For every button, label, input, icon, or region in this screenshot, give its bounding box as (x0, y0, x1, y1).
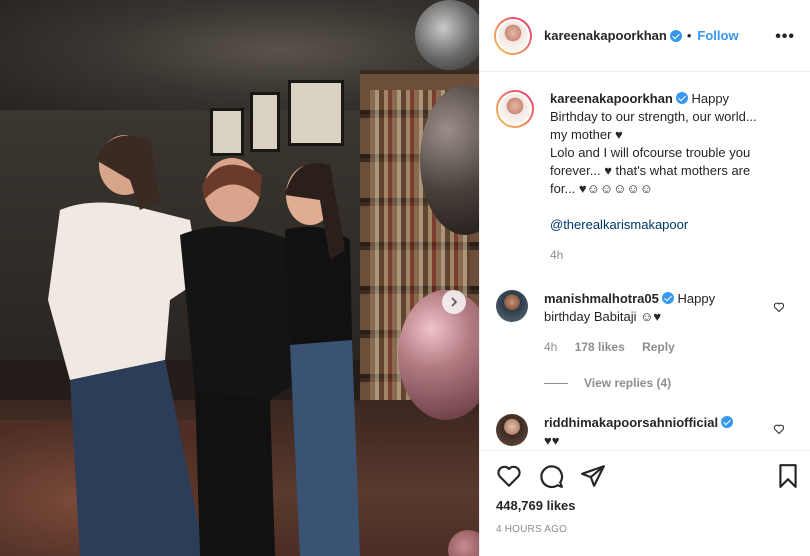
people-figures (48, 135, 360, 556)
reply-button[interactable]: Reply (642, 340, 675, 354)
caption-line: for... ♥☺☺☺☺☺ (550, 181, 653, 196)
comment-body: riddhimakapoorsahniofficial ♥♥ (544, 414, 780, 450)
comment-body: manishmalhotra05 Happy birthday Babitaji… (544, 290, 780, 356)
post-side-panel: kareenakapoorkhan • Follow ••• kareenaka… (479, 0, 810, 556)
share-icon[interactable] (580, 463, 606, 489)
comment-text: ♥♥ (544, 433, 560, 448)
comment-username[interactable]: riddhimakapoorsahniofficial (544, 415, 718, 430)
view-replies-button[interactable]: View replies (4) (544, 376, 671, 390)
caption-time[interactable]: 4h (550, 248, 563, 262)
bookmark-icon[interactable] (775, 463, 801, 489)
more-icon[interactable]: ••• (775, 28, 795, 46)
caption-line: Happy (691, 91, 730, 106)
header-username[interactable]: kareenakapoorkhan (544, 28, 667, 43)
chevron-right-icon (451, 297, 458, 307)
heart-icon[interactable] (773, 301, 785, 313)
likes-count[interactable]: 448,769 likes (496, 498, 576, 513)
comments-list: kareenakapoorkhan Happy Birthday to our … (480, 72, 810, 450)
caption-meta: 4h (550, 246, 786, 264)
caption: kareenakapoorkhan Happy Birthday to our … (496, 90, 796, 264)
caption-line: my mother ♥ (550, 127, 623, 142)
verified-icon (661, 292, 674, 304)
caption-body: kareenakapoorkhan Happy Birthday to our … (550, 90, 786, 264)
verified-icon (675, 92, 688, 104)
heart-icon[interactable] (496, 463, 522, 489)
comment-text: birthday Babitaji ☺♥ (544, 309, 662, 324)
verified-icon (669, 29, 682, 42)
comment-item: manishmalhotra05 Happy birthday Babitaji… (496, 290, 796, 356)
avatar[interactable] (496, 290, 528, 322)
comment-meta: 4h 178 likes Reply (544, 338, 780, 356)
comment-time[interactable]: 4h (544, 340, 557, 354)
dot-separator: • (686, 28, 692, 43)
replies-divider (544, 382, 568, 384)
heart-icon[interactable] (773, 423, 785, 435)
post-timestamp[interactable]: 4 HOURS AGO (496, 524, 567, 535)
comment-icon[interactable] (538, 463, 564, 489)
caption-username[interactable]: kareenakapoorkhan (550, 91, 673, 106)
post-photo[interactable] (0, 0, 479, 556)
next-photo-button[interactable] (442, 290, 466, 314)
post-actions: 448,769 likes 4 HOURS AGO (480, 450, 810, 556)
caption-line: Birthday to our strength, our world... (550, 109, 757, 124)
avatar[interactable] (496, 90, 534, 128)
comment-username[interactable]: manishmalhotra05 (544, 291, 659, 306)
header-user: kareenakapoorkhan • Follow (544, 28, 739, 43)
follow-button[interactable]: Follow (697, 28, 738, 43)
comment-text: Happy (677, 291, 716, 306)
verified-icon (721, 416, 734, 428)
comment-item: riddhimakapoorsahniofficial ♥♥ (496, 414, 796, 450)
action-bar (496, 463, 606, 489)
mention-link[interactable]: @therealkarismakapoor (550, 216, 786, 234)
caption-line: Lolo and I will ofcourse trouble you (550, 145, 751, 160)
post-header: kareenakapoorkhan • Follow ••• (480, 0, 810, 72)
view-replies-label: View replies (4) (584, 376, 672, 390)
avatar[interactable] (496, 414, 528, 446)
comment-likes[interactable]: 178 likes (575, 340, 625, 354)
avatar[interactable] (494, 16, 532, 55)
caption-line: forever... ♥ that's what mothers are (550, 163, 751, 178)
